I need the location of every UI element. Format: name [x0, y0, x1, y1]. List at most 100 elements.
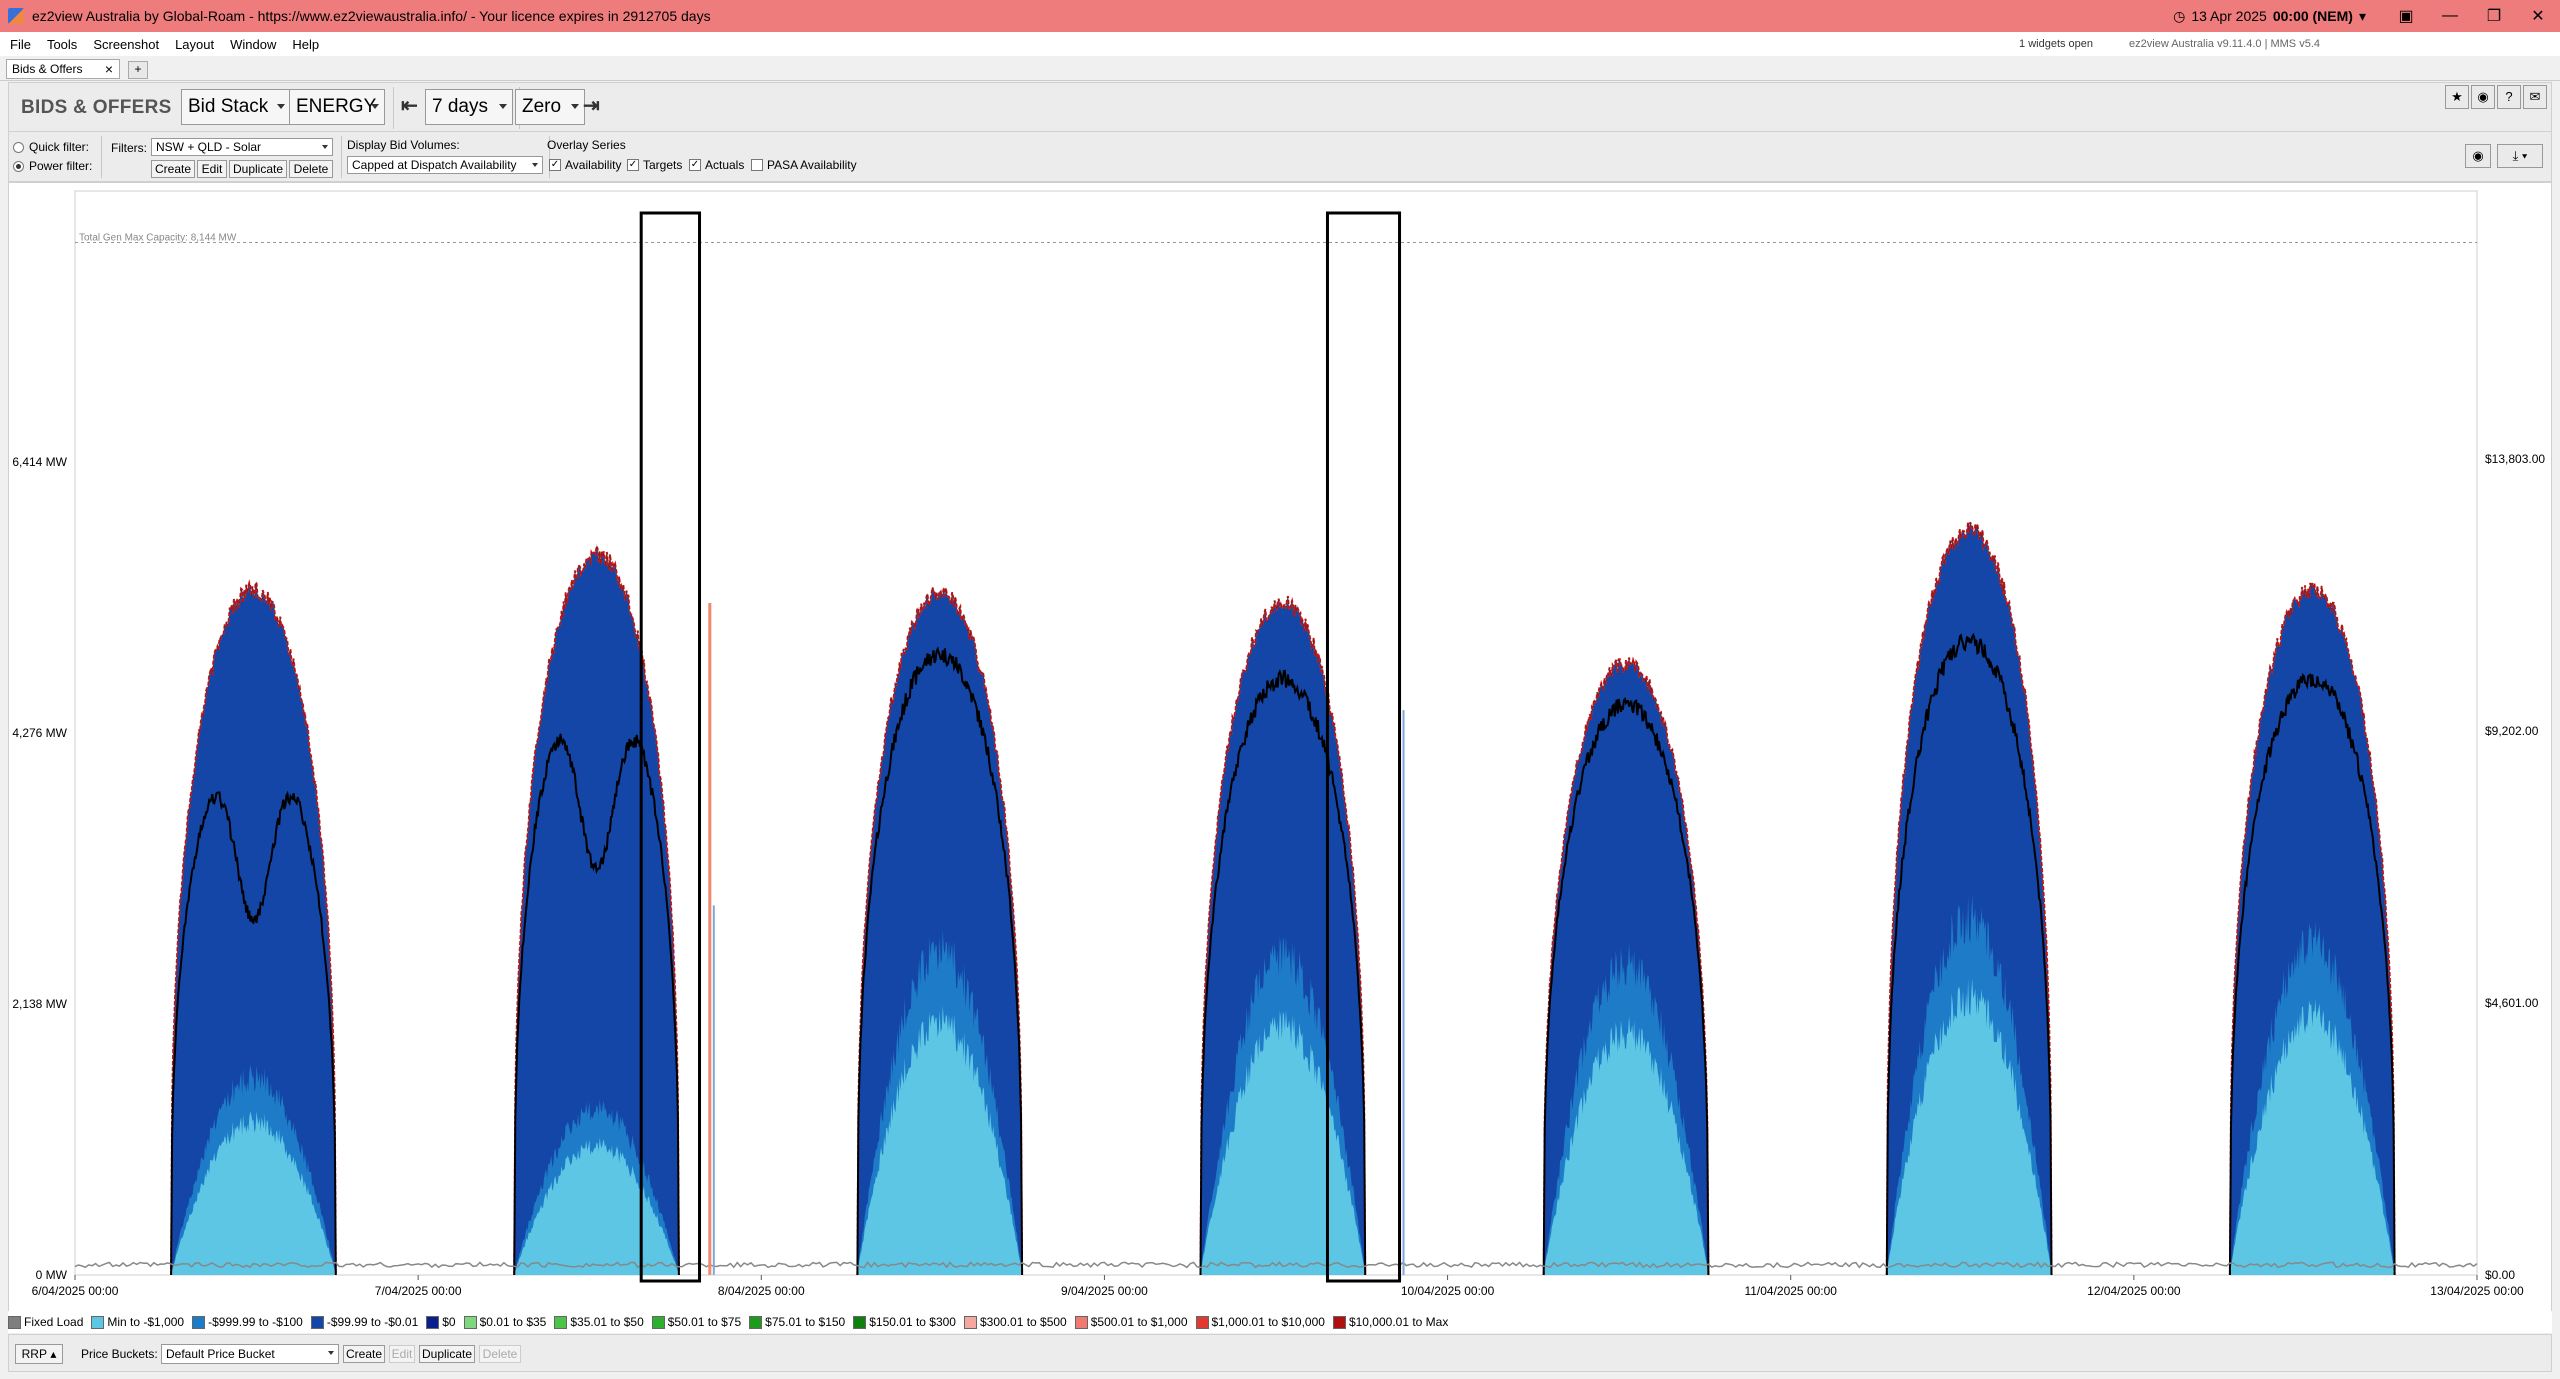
legend-item[interactable]: $75.01 to $150 [749, 1315, 845, 1329]
overlay-actuals-checkbox[interactable]: ✓ Actuals [689, 158, 744, 172]
overlay-targets-checkbox[interactable]: ✓ Targets [627, 158, 682, 172]
legend-label: $150.01 to $300 [869, 1315, 956, 1329]
minimize-icon[interactable]: — [2428, 7, 2472, 25]
y-right-tick-label: $9,202.00 [2485, 724, 2539, 738]
legend-item[interactable]: $1,000.01 to $10,000 [1195, 1315, 1325, 1329]
overlay-pasa-checkbox[interactable]: PASA Availability [751, 158, 857, 172]
tab-bids-offers[interactable]: Bids & Offers × [6, 59, 120, 79]
chevron-down-icon [322, 145, 328, 149]
duplicate-filter-button[interactable]: Duplicate [229, 160, 287, 178]
legend-swatch [1074, 1315, 1088, 1329]
legend-swatch [91, 1315, 105, 1329]
clock[interactable]: ◷ 13 Apr 2025 00:00 (NEM) ▾ [2173, 8, 2366, 25]
widget-toolbar: BIDS & OFFERS Bid Stack ENERGY ⇤ 7 days … [8, 82, 2552, 132]
window-title: ez2view Australia by Global-Roam - https… [32, 8, 711, 24]
divider [101, 136, 102, 178]
app-icon [8, 8, 24, 24]
tab-label: Bids & Offers [12, 62, 83, 76]
edit-filter-button[interactable]: Edit [197, 160, 227, 178]
legend-item[interactable]: Min to -$1,000 [91, 1315, 184, 1329]
help-icon[interactable]: ? [2497, 85, 2521, 109]
menu-tools[interactable]: Tools [47, 37, 77, 52]
create-filter-button[interactable]: Create [151, 160, 195, 178]
snapshot-icon[interactable]: ◉ [2465, 144, 2491, 168]
overlay-availability-checkbox[interactable]: ✓ Availability [549, 158, 621, 172]
create-bucket-button[interactable]: Create [343, 1345, 385, 1363]
quick-filter-radio[interactable]: Quick filter: [13, 140, 89, 154]
jump-start-icon[interactable]: ⇤ [401, 93, 418, 118]
legend-item[interactable]: -$99.99 to -$0.01 [310, 1315, 418, 1329]
widgets-open[interactable]: 1 widgets open [2019, 38, 2093, 50]
close-icon[interactable]: ✕ [2516, 6, 2560, 26]
power-filter-radio[interactable]: Power filter: [13, 159, 92, 173]
close-tab-icon[interactable]: × [105, 61, 113, 77]
legend-item[interactable]: $300.01 to $500 [963, 1315, 1067, 1329]
bid-stack-chart[interactable]: Total Gen Max Capacity: 8,144 MW 0 MW 2,13… [9, 183, 2551, 1311]
display-label: Display Bid Volumes: [347, 138, 460, 152]
y-right-tick-label: $0.00 [2485, 1268, 2515, 1282]
checkbox-box: ✓ [627, 159, 639, 171]
radio-dot [13, 141, 24, 153]
filter-select[interactable]: NSW + QLD - Solar [151, 138, 333, 156]
delete-filter-button[interactable]: Delete [289, 160, 333, 178]
chevron-down-icon [371, 104, 379, 109]
camera-icon[interactable]: ◉ [2471, 85, 2495, 109]
checkbox-box [751, 159, 763, 171]
legend-item[interactable]: $35.01 to $50 [554, 1315, 644, 1329]
x-tick-label: 9/04/2025 00:00 [1061, 1284, 1148, 1298]
rrp-button[interactable]: RRP ▴ [15, 1344, 63, 1364]
legend-swatch [749, 1315, 763, 1329]
legend-swatch [463, 1315, 477, 1329]
range-value: 7 days [432, 96, 488, 117]
menu-help[interactable]: Help [292, 37, 319, 52]
overlay-targets-label: Targets [643, 158, 683, 172]
baseline-select[interactable]: Zero [515, 89, 585, 125]
baseline-value: Zero [522, 96, 562, 117]
y-left-tick-label: 6,414 MW [12, 455, 67, 469]
legend-label: Min to -$1,000 [107, 1315, 185, 1329]
display-volumes-value: Capped at Dispatch Availability [352, 158, 517, 172]
market-select[interactable]: ENERGY [289, 89, 385, 125]
display-volumes-select[interactable]: Capped at Dispatch Availability [347, 156, 543, 174]
legend-label: $300.01 to $500 [979, 1315, 1067, 1329]
filter-value: NSW + QLD - Solar [156, 140, 262, 154]
price-bucket-select[interactable]: Default Price Bucket [161, 1344, 339, 1364]
title-bar: ez2view Australia by Global-Roam - https… [0, 0, 2560, 32]
menu-screenshot[interactable]: Screenshot [93, 37, 159, 52]
menu-file[interactable]: File [10, 37, 31, 52]
legend-label: $75.01 to $150 [765, 1315, 846, 1329]
view-mode-select[interactable]: Bid Stack [181, 89, 291, 125]
legend-item[interactable]: $150.01 to $300 [853, 1315, 956, 1329]
legend-item[interactable]: -$999.99 to -$100 [192, 1315, 303, 1329]
x-tick-label: 13/04/2025 00:00 [2430, 1284, 2524, 1298]
menu-layout[interactable]: Layout [175, 37, 214, 52]
jump-end-icon[interactable]: ⇥ [583, 93, 600, 118]
view-mode-value: Bid Stack [188, 96, 269, 117]
star-icon[interactable]: ★ [2445, 85, 2469, 109]
y-right-tick-label: $4,601.00 [2485, 996, 2539, 1010]
menu-window[interactable]: Window [230, 37, 276, 52]
legend-item[interactable]: Fixed Load [8, 1315, 83, 1329]
overlay-actuals-label: Actuals [705, 158, 745, 172]
power-filter-label: Power filter: [29, 159, 93, 173]
toolbar-actions: ★ ◉ ? ✉ [2445, 85, 2547, 109]
legend-swatch [8, 1315, 21, 1329]
legend-item[interactable]: $10,000.01 to Max [1332, 1315, 1448, 1329]
scroll-handle[interactable] [2552, 182, 2560, 1312]
version-label: ez2view Australia v9.11.4.0 | MMS v5.4 [2129, 38, 2320, 50]
edit-bucket-button: Edit [389, 1345, 415, 1363]
clock-icon: ◷ [2173, 7, 2186, 24]
delete-bucket-button: Delete [479, 1345, 521, 1363]
app-badge-icon[interactable]: ▣ [2384, 6, 2428, 26]
comment-icon[interactable]: ✉ [2523, 85, 2547, 109]
legend-item[interactable]: $0.01 to $35 [463, 1315, 546, 1329]
duplicate-bucket-button[interactable]: Duplicate [419, 1345, 475, 1363]
legend-item[interactable]: $0 [426, 1315, 456, 1329]
range-select[interactable]: 7 days [425, 89, 513, 125]
add-tab-button[interactable]: + [128, 61, 148, 79]
capacity-label: Total Gen Max Capacity: 8,144 MW [79, 232, 237, 243]
legend-item[interactable]: $50.01 to $75 [651, 1315, 741, 1329]
export-icon[interactable]: ⤓ ▾ [2497, 144, 2543, 168]
restore-icon[interactable]: ❐ [2472, 6, 2516, 26]
legend-item[interactable]: $500.01 to $1,000 [1074, 1315, 1188, 1329]
